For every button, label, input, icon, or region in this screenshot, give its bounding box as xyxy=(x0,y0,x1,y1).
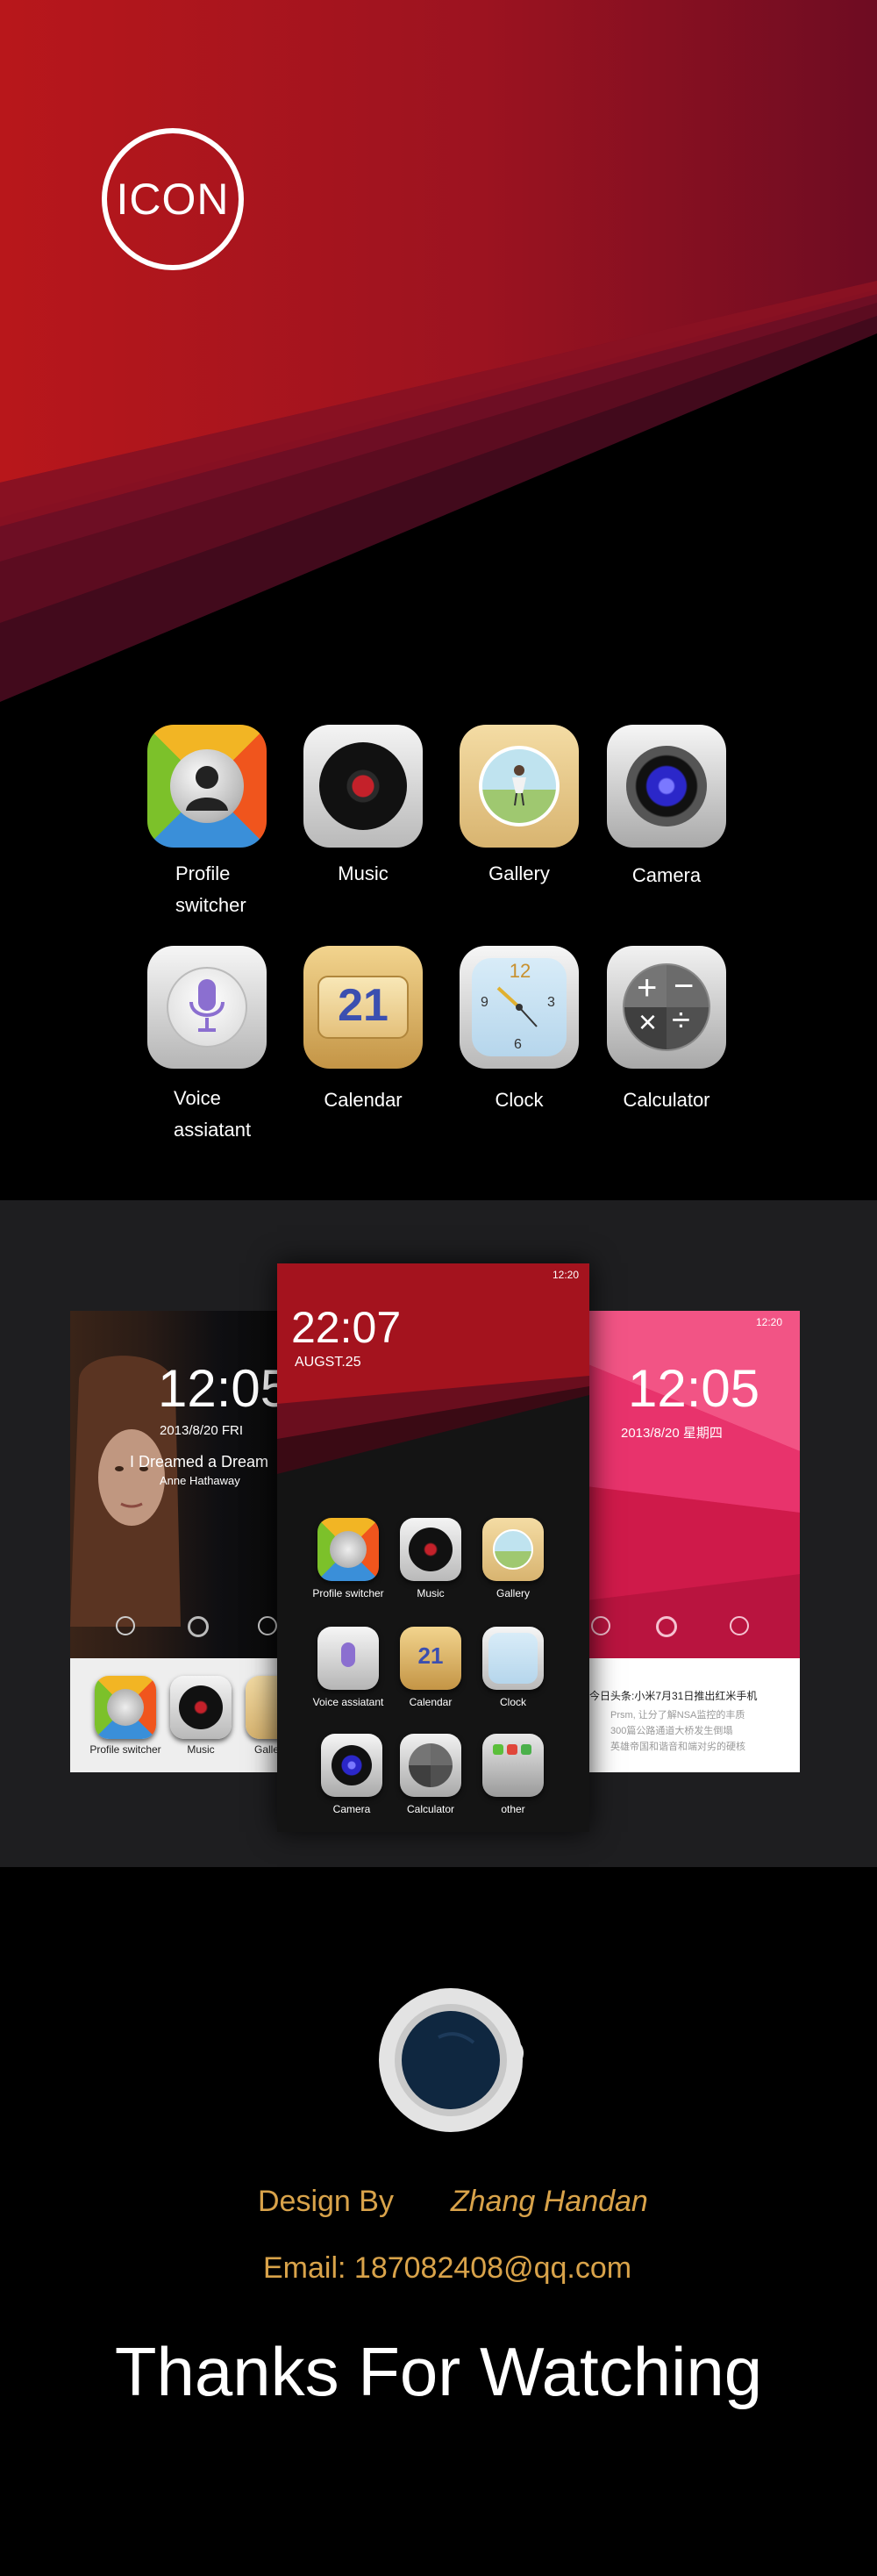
app-calculator-icon[interactable] xyxy=(400,1734,461,1797)
app-voice-label: Voice assiatant xyxy=(312,1696,384,1708)
left-artist: Anne Hathaway xyxy=(160,1474,240,1487)
app-calendar-date: 21 xyxy=(417,1642,444,1669)
calculator-icon[interactable]: + − × ÷ xyxy=(607,946,726,1069)
left-song-title: I Dreamed a Dream xyxy=(130,1453,269,1470)
app-calendar-icon[interactable]: 21 xyxy=(400,1627,461,1690)
right-time: 12:05 xyxy=(628,1359,760,1418)
right-date: 2013/8/20 星期四 xyxy=(621,1426,723,1441)
right-status-time: 12:20 xyxy=(756,1316,783,1328)
profile-switcher-icon[interactable] xyxy=(147,725,267,848)
label-calculator: Calculator xyxy=(623,1089,710,1111)
label-voice-assistant: Voice assiatant xyxy=(174,1087,252,1141)
hero-banner xyxy=(0,0,877,702)
right-menu-icon[interactable] xyxy=(591,1616,610,1635)
dock-music-label: Music xyxy=(187,1743,215,1756)
app-music-icon[interactable] xyxy=(400,1518,461,1581)
coffee-cup-icon xyxy=(379,1988,524,2132)
right-music-note-icon[interactable] xyxy=(730,1616,749,1635)
designer-name: Zhang Handan xyxy=(450,2185,648,2218)
dock-music-icon[interactable] xyxy=(170,1676,232,1739)
music-note-icon[interactable] xyxy=(258,1616,277,1635)
right-home-ring-icon[interactable] xyxy=(656,1616,677,1637)
right-phone-lockscreen: 12:20 12:05 2013/8/20 星期四 今日头条:小米7月31日推出… xyxy=(586,1311,800,1772)
left-phone-lockscreen: 12:05 2013/8/20 FRI I Dreamed a Dream An… xyxy=(70,1311,281,1772)
label-calendar: Calendar xyxy=(324,1089,403,1111)
app-camera-icon[interactable] xyxy=(321,1734,382,1797)
calendar-icon[interactable]: 21 xyxy=(303,946,423,1069)
news-line-2: 300篇公路通道大桥发生倒塌 xyxy=(610,1726,733,1736)
center-date: AUGST.25 xyxy=(295,1355,361,1370)
label-music: Music xyxy=(338,862,389,884)
center-status-time: 12:20 xyxy=(553,1269,580,1281)
news-line-3: 英雄帝国和谐音和端对劣的硬核 xyxy=(610,1742,745,1752)
app-calendar-label: Calendar xyxy=(409,1696,453,1708)
app-clock-icon[interactable] xyxy=(482,1627,544,1690)
news-line-1: Prsm, 让分了解NSA监控的丰质 xyxy=(610,1710,745,1721)
thanks-heading: Thanks For Watching xyxy=(114,2333,763,2410)
label-gallery: Gallery xyxy=(488,862,550,884)
label-camera: Camera xyxy=(631,864,702,886)
camera-icon[interactable] xyxy=(607,725,726,848)
label-clock: Clock xyxy=(495,1089,544,1111)
app-music-label: Music xyxy=(417,1587,445,1599)
design-credit: Design By Zhang Handan xyxy=(258,2185,648,2219)
contact-email[interactable]: Email: 187082408@qq.com xyxy=(263,2251,631,2286)
left-date: 2013/8/20 FRI xyxy=(160,1423,244,1438)
app-gallery-label: Gallery xyxy=(496,1587,530,1599)
app-other-label: other xyxy=(501,1803,525,1815)
app-other-folder-icon[interactable] xyxy=(482,1734,544,1797)
dock-gallery-icon[interactable] xyxy=(246,1676,281,1739)
home-ring-icon[interactable] xyxy=(188,1616,209,1637)
clock-icon[interactable]: 12 3 6 9 xyxy=(460,946,579,1069)
news-title[interactable]: 今日头条:小米7月31日推出红米手机 xyxy=(589,1688,757,1703)
app-clock-label: Clock xyxy=(499,1696,526,1708)
gallery-icon[interactable] xyxy=(460,725,579,848)
app-profile-switcher-icon[interactable] xyxy=(317,1518,379,1581)
app-gallery-icon[interactable] xyxy=(482,1518,544,1581)
app-camera-label: Camera xyxy=(332,1803,371,1815)
icon-logo-badge: ICON xyxy=(102,128,244,270)
calendar-date: 21 xyxy=(338,980,389,1031)
center-phone-homescreen: 12:20 22:07 AUGST.25 Profile switcher Mu… xyxy=(277,1263,589,1832)
label-profile-switcher: Profile switcher xyxy=(175,862,246,916)
design-by-label: Design By xyxy=(258,2185,394,2218)
left-time: 12:05 xyxy=(158,1359,281,1418)
dock-profile-icon[interactable] xyxy=(95,1676,156,1739)
logo-text: ICON xyxy=(116,175,230,224)
menu-icon[interactable] xyxy=(116,1616,135,1635)
dock-profile-label: Profile switcher xyxy=(89,1743,161,1756)
voice-assistant-icon[interactable] xyxy=(147,946,267,1069)
app-profile-switcher-label: Profile switcher xyxy=(312,1587,384,1599)
app-voice-icon[interactable] xyxy=(317,1627,379,1690)
app-calculator-label: Calculator xyxy=(406,1803,455,1815)
music-icon[interactable] xyxy=(303,725,423,848)
center-time: 22:07 xyxy=(291,1303,402,1352)
